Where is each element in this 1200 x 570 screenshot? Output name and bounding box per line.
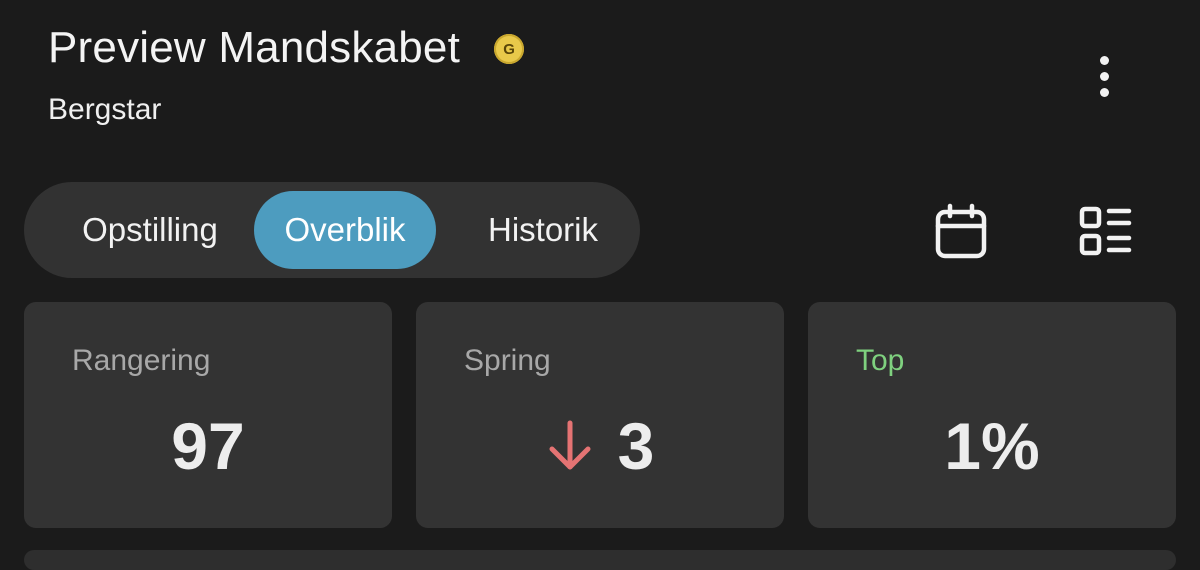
arrow-down-icon (546, 419, 594, 473)
calendar-icon[interactable] (930, 200, 992, 262)
stat-value-container: 1% (808, 406, 1176, 486)
stat-value-container: 97 (24, 406, 392, 486)
stat-value-container: 3 (416, 406, 784, 486)
tab-overblik[interactable]: Overblik (254, 191, 436, 269)
stat-card-rangering: Rangering 97 (24, 302, 392, 528)
tab-opstilling[interactable]: Opstilling (40, 191, 260, 269)
page-title: Preview Mandskabet (48, 23, 461, 72)
stat-value: 1% (944, 409, 1040, 483)
stat-card-top: Top 1% (808, 302, 1176, 528)
stat-value: 97 (171, 409, 245, 483)
stat-card-spring: Spring 3 (416, 302, 784, 528)
page-subtitle: Bergstar (48, 93, 162, 126)
more-vert-icon[interactable] (1084, 46, 1124, 106)
gold-badge-icon: G (494, 34, 525, 64)
header-title-row: Preview Mandskabet G (48, 22, 525, 74)
view-tabs: Opstilling Overblik Historik (24, 182, 640, 278)
stat-label: Rangering (72, 344, 211, 377)
stat-label: Top (856, 344, 905, 377)
stat-label: Spring (464, 344, 551, 377)
tab-historik[interactable]: Historik (436, 191, 650, 269)
next-card-edge (24, 550, 1176, 570)
stat-value: 3 (617, 409, 655, 483)
list-view-icon[interactable] (1074, 200, 1136, 262)
